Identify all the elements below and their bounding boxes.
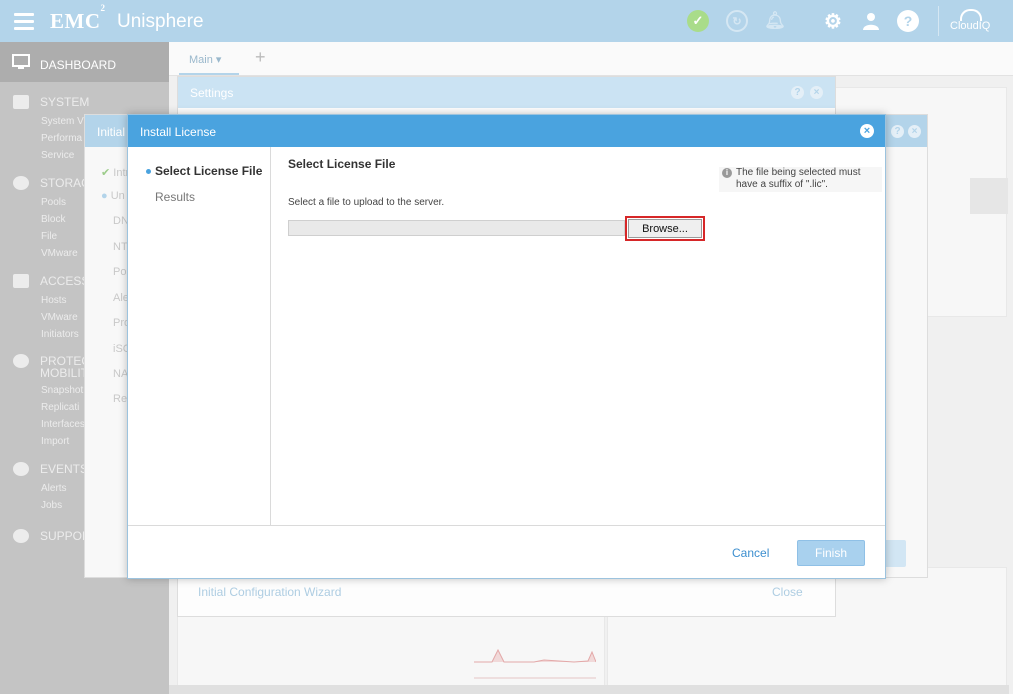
wizard-link[interactable]: Initial Configuration Wizard <box>198 585 341 599</box>
sidebar-item-access[interactable]: ACCESS <box>13 274 89 288</box>
cancel-button[interactable]: Cancel <box>732 546 769 560</box>
tab-bar: Main ▾ + <box>169 42 1013 76</box>
gear-icon[interactable]: ⚙ <box>822 10 844 33</box>
user-icon[interactable] <box>860 10 882 32</box>
shield-icon <box>13 354 29 368</box>
sidebar-subitem[interactable]: System V <box>41 116 84 127</box>
sidebar-subitem[interactable]: VMware <box>41 248 78 259</box>
active-step-bullet <box>146 169 151 174</box>
wizard-step: NA <box>113 368 129 380</box>
sidebar-subitem[interactable]: Performa <box>41 133 82 144</box>
add-tab-button[interactable]: + <box>255 47 266 68</box>
wizard-step: NT <box>113 241 128 253</box>
dashboard-icon <box>12 54 30 69</box>
dialog-header: Install License × <box>128 115 885 147</box>
sidebar-item-events[interactable]: EVENTS <box>13 462 88 476</box>
settings-title: Settings <box>178 77 835 108</box>
brand-logo: EMC2 <box>50 3 106 33</box>
finish-button[interactable]: Finish <box>797 540 865 566</box>
alert-icon <box>13 462 29 476</box>
sidebar-subitem[interactable]: Alerts <box>41 483 67 494</box>
wizard-step: ✔ Intr <box>101 167 130 179</box>
bell-icon[interactable]: 🔔︎ <box>764 10 786 32</box>
help-icon[interactable]: ? <box>897 10 919 32</box>
wizard-step: ● Un <box>101 190 125 202</box>
close-icon[interactable]: × <box>908 125 921 138</box>
help-icon[interactable]: ? <box>891 125 904 138</box>
help-icon <box>13 529 29 543</box>
info-icon: i <box>722 168 732 178</box>
sidebar-subitem[interactable]: Pools <box>41 197 66 208</box>
health-check-icon[interactable]: ✓ <box>687 10 709 32</box>
wizard-step: Re <box>113 393 128 405</box>
content-description: Select a file to upload to the server. <box>288 197 445 208</box>
sidebar-item-label: DASHBOARD <box>40 58 117 72</box>
sidebar-subitem[interactable]: Hosts <box>41 295 67 306</box>
wizard-step: Po <box>113 266 127 278</box>
sidebar-subitem[interactable]: Interfaces <box>41 419 85 430</box>
sidebar-item-dashboard[interactable]: DASHBOARD <box>0 42 169 82</box>
sidebar-subitem[interactable]: Initiators <box>41 329 79 340</box>
access-icon <box>13 274 29 288</box>
hint-line: The file being selected must <box>736 167 861 178</box>
file-path-field[interactable] <box>288 220 625 236</box>
folder-icon <box>970 178 1008 214</box>
sidebar-subitem[interactable]: File <box>41 231 57 242</box>
product-name: Unisphere <box>117 11 204 32</box>
sidebar-item-label: MOBILIT <box>40 366 89 380</box>
cloudiq-label[interactable]: CloudIQ <box>950 20 990 32</box>
horizontal-scrollbar[interactable] <box>169 685 1009 694</box>
step-select-license-file: Select License File <box>155 164 263 178</box>
performance-graph <box>474 648 596 679</box>
close-button[interactable]: Close <box>772 585 803 599</box>
wizard-steps: Select License File Results <box>128 147 271 525</box>
header-divider <box>938 6 939 36</box>
close-icon[interactable]: × <box>860 124 874 138</box>
jobs-icon[interactable]: ↻ <box>726 10 748 32</box>
sidebar-subitem[interactable]: Block <box>41 214 65 225</box>
hint-line: have a suffix of ".lic". <box>736 179 828 190</box>
sidebar-subitem[interactable]: Service <box>41 150 74 161</box>
sidebar-subitem[interactable]: Snapshot <box>41 385 83 396</box>
sidebar-subitem[interactable]: Jobs <box>41 500 62 511</box>
system-icon <box>13 95 29 109</box>
dialog-title: Install License <box>140 125 217 139</box>
sidebar-subitem[interactable]: Import <box>41 436 69 447</box>
sidebar-item-support[interactable]: SUPPOR <box>13 529 91 543</box>
footer-divider <box>128 525 885 526</box>
content-title: Select License File <box>288 157 396 171</box>
sidebar-subitem[interactable]: Replicati <box>41 402 79 413</box>
top-bar: EMC2 Unisphere ✓ ↻ 🔔︎ ⚙ ? CloudIQ <box>0 0 1013 42</box>
hamburger-icon[interactable] <box>14 13 34 30</box>
close-icon[interactable]: × <box>810 86 823 99</box>
sidebar-item-system[interactable]: SYSTEM <box>13 95 89 109</box>
step-results: Results <box>155 190 196 204</box>
sidebar-item-storage[interactable]: STORAG <box>13 176 90 190</box>
sidebar-subitem[interactable]: VMware <box>41 312 78 323</box>
browse-button[interactable]: Browse... <box>628 219 702 238</box>
help-icon[interactable]: ? <box>791 86 804 99</box>
storage-icon <box>13 176 29 190</box>
install-license-dialog: Install License × Select License File Re… <box>127 114 886 579</box>
tab-main[interactable]: Main ▾ <box>179 42 239 75</box>
suffix-hint: i The file being selected must have a su… <box>719 167 882 192</box>
